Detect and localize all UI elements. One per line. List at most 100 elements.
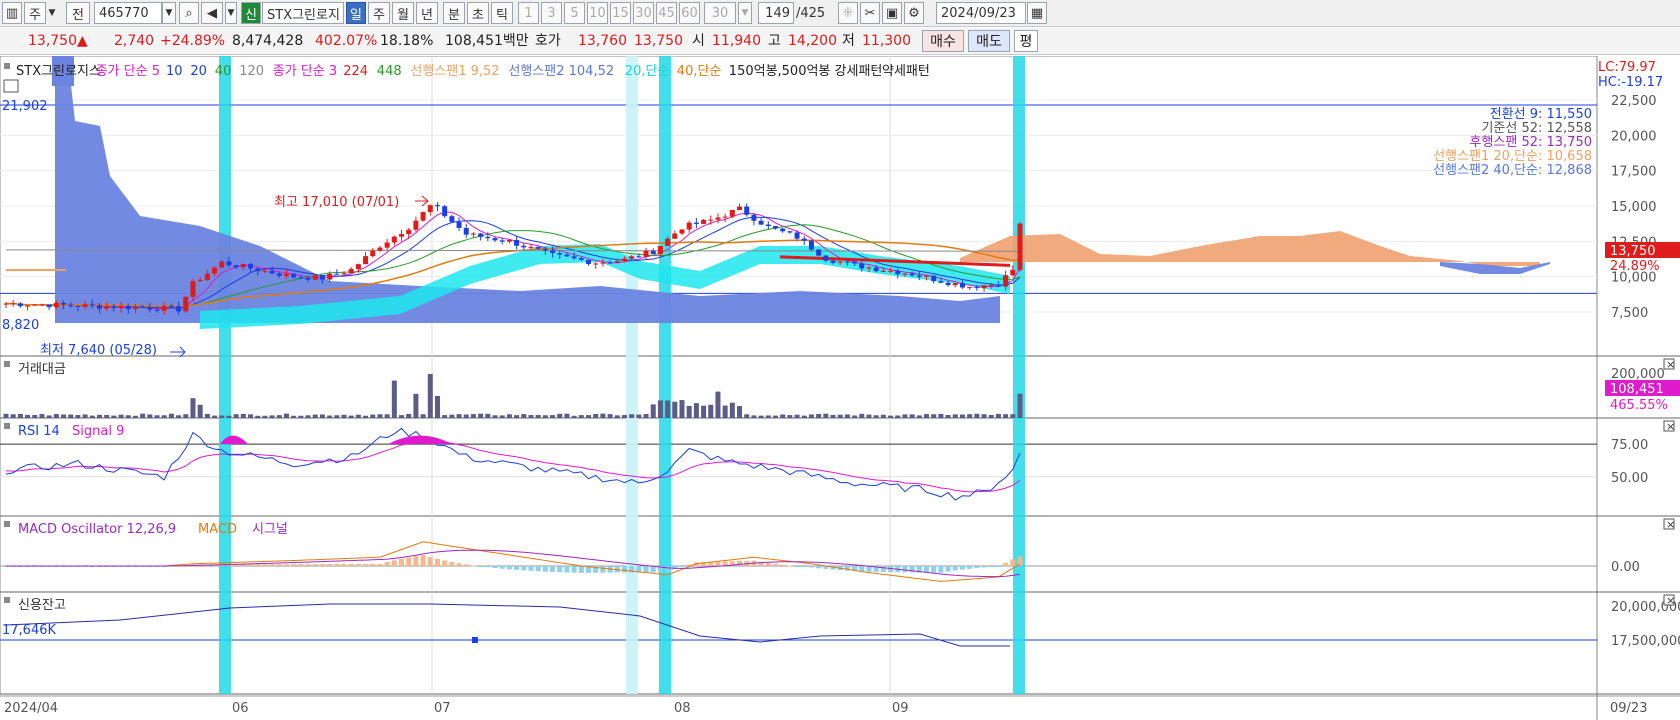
- high-annotation: 최고 17,010 (07/01): [274, 195, 399, 210]
- volume-bar: [593, 413, 599, 418]
- tab-second[interactable]: 초: [467, 2, 489, 24]
- tab-week[interactable]: 주: [368, 2, 390, 24]
- minute-3-button[interactable]: 3: [541, 2, 562, 24]
- macd-osc-bar: [672, 566, 678, 570]
- prev-button[interactable]: 전: [66, 2, 90, 24]
- minute-30-button[interactable]: 30: [633, 2, 654, 24]
- code-input[interactable]: 465770: [94, 2, 162, 24]
- minute-45-button[interactable]: 45: [656, 2, 677, 24]
- candle-body: [528, 246, 534, 248]
- tab-year[interactable]: 년: [416, 2, 438, 24]
- macd-osc-bar: [341, 563, 347, 566]
- layout-icon[interactable]: ▥: [2, 2, 22, 24]
- stock-name[interactable]: STX그린로지: [262, 2, 344, 24]
- date-input[interactable]: 2024/09/23: [936, 2, 1026, 24]
- macd-osc-bar: [557, 566, 563, 573]
- candle-body: [68, 304, 74, 306]
- chart-area[interactable]: 22,50020,00017,50015,00012,50010,0007,50…: [0, 56, 1680, 720]
- minute-dropdown-icon[interactable]: ▼: [738, 2, 752, 24]
- candle-body: [945, 282, 951, 286]
- gear-icon[interactable]: ⚙: [904, 2, 924, 24]
- volume-bar: [89, 415, 95, 418]
- minute-60-button[interactable]: 60: [679, 2, 700, 24]
- tab-day[interactable]: 일: [346, 2, 366, 24]
- minute-10-button[interactable]: 10: [587, 2, 608, 24]
- volume-bar: [557, 413, 563, 418]
- candle-body: [1010, 269, 1016, 276]
- price-legend-item: 선행스팬1 9,52: [410, 63, 499, 79]
- candle-body: [463, 227, 469, 235]
- candle-body: [586, 259, 592, 265]
- volume-bar: [449, 414, 455, 418]
- tab-tick[interactable]: 틱: [491, 2, 513, 24]
- macd-osc-bar: [312, 564, 318, 566]
- ichimoku-value-label: 선행스팬1 20,단순: 10,658: [1433, 148, 1592, 164]
- candle-body: [183, 296, 189, 312]
- macd-osc-bar: [952, 566, 958, 571]
- speaker-icon[interactable]: ◀: [201, 2, 223, 24]
- candle-body: [729, 209, 735, 217]
- volume-bar: [924, 414, 930, 418]
- macd-osc-bar: [988, 566, 994, 567]
- macd-osc-bar: [808, 566, 814, 568]
- volume-bar: [974, 413, 980, 418]
- volume-bar: [312, 414, 318, 418]
- volume-bar: [104, 414, 110, 418]
- volume-bar: [772, 415, 778, 418]
- volume-bar: [744, 414, 750, 418]
- candle-body: [355, 264, 361, 270]
- volume-bar: [916, 415, 922, 418]
- volume-bar: [190, 398, 196, 418]
- candle-body: [168, 305, 174, 307]
- volume-bar: [140, 413, 146, 418]
- volume-bar: [470, 414, 476, 418]
- candle-body: [844, 261, 850, 263]
- macd-osc-bar: [406, 557, 412, 566]
- candle-body: [96, 305, 102, 309]
- minute-select[interactable]: 30: [704, 2, 736, 24]
- candle-body: [233, 265, 239, 268]
- volume-bar: [25, 414, 31, 418]
- minute-1-button[interactable]: 1: [518, 2, 539, 24]
- volume-bar: [765, 415, 771, 418]
- price-legend-item: 선행스팬2 104,52: [508, 63, 614, 79]
- volume-bar: [154, 415, 160, 418]
- volume-bar: [751, 415, 757, 418]
- candle-body: [679, 229, 685, 234]
- volume-bar: [269, 415, 275, 418]
- candle-body: [190, 281, 196, 297]
- up-arrow-icon: ▲: [77, 33, 88, 49]
- dropdown-arrow-icon[interactable]: ▼: [48, 2, 56, 24]
- volume-panel-title: 거래대금: [18, 362, 66, 377]
- macd-osc-bar: [550, 566, 556, 572]
- sell-button[interactable]: 매도: [968, 30, 1010, 52]
- tab-month[interactable]: 월: [392, 2, 414, 24]
- candle-body: [226, 261, 232, 266]
- volume-bar: [514, 415, 520, 418]
- crosshair-icon[interactable]: ⁜: [838, 2, 858, 24]
- scissors-icon[interactable]: ✂: [860, 2, 880, 24]
- volume-bar: [262, 415, 268, 418]
- macd-signal-label: 시그널: [252, 522, 288, 537]
- minute-5-button[interactable]: 5: [564, 2, 585, 24]
- volume-bar: [794, 414, 800, 418]
- volume-bar: [240, 413, 246, 418]
- minute-15-button[interactable]: 15: [610, 2, 631, 24]
- code-dropdown-icon[interactable]: ▼: [162, 2, 176, 24]
- buy-button[interactable]: 매수: [922, 30, 964, 52]
- candle-body: [161, 305, 167, 311]
- tab-minute[interactable]: 분: [443, 2, 465, 24]
- eval-button[interactable]: 평: [1014, 30, 1038, 52]
- calendar-icon[interactable]: ▦: [1027, 2, 1047, 24]
- volume-bar: [391, 380, 397, 418]
- period-select[interactable]: 주: [24, 2, 46, 24]
- speaker-dropdown-icon[interactable]: ▼: [225, 2, 237, 24]
- search-icon[interactable]: ⌕: [179, 2, 199, 24]
- page-count-input[interactable]: 149: [758, 2, 794, 24]
- macd-osc-bar: [787, 565, 793, 567]
- macd-osc-bar: [578, 566, 584, 573]
- candle-body: [902, 273, 908, 275]
- save-icon[interactable]: ▣: [882, 2, 902, 24]
- page-total: /425: [796, 5, 826, 21]
- candle-body: [370, 250, 376, 257]
